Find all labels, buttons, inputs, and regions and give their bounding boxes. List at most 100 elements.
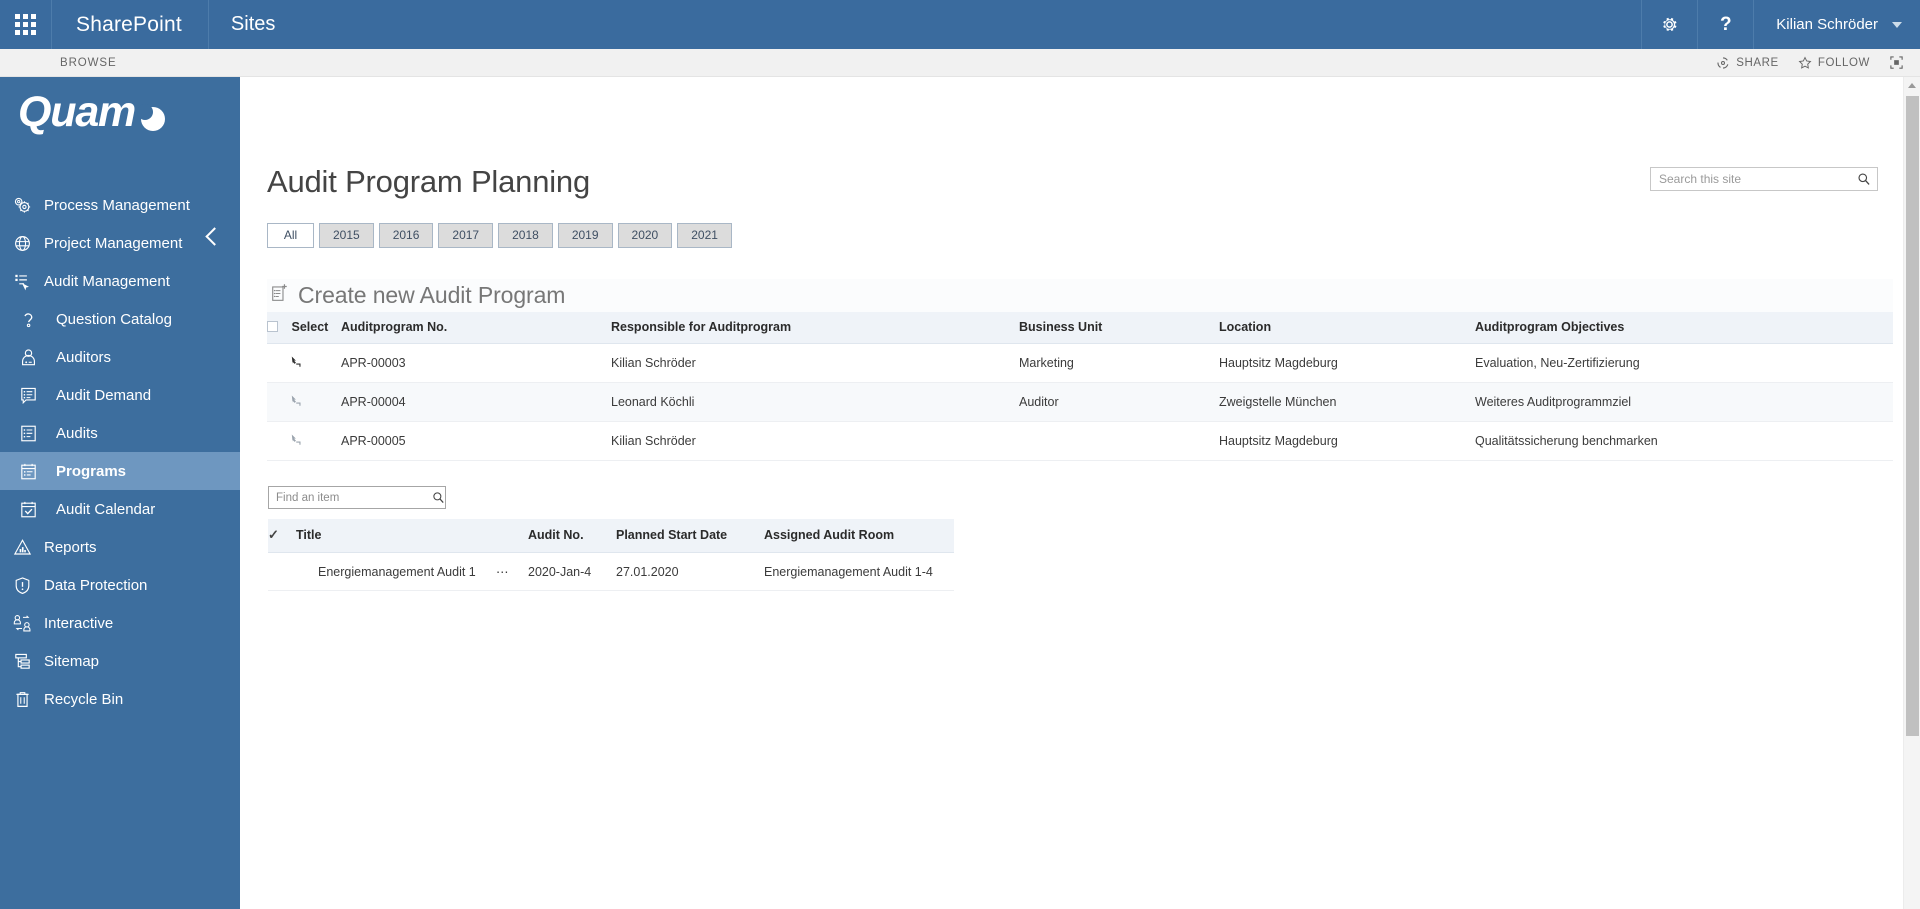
sidebar-item-label: Recycle Bin bbox=[44, 690, 124, 708]
question-mark-icon bbox=[0, 309, 56, 330]
sidebar-item-audit-demand[interactable]: Audit Demand bbox=[0, 376, 240, 414]
year-tab-all[interactable]: All bbox=[267, 223, 314, 248]
auditprogram-no-link[interactable]: APR-00003 bbox=[341, 343, 611, 383]
sidebar-item-label: Audit Demand bbox=[56, 386, 152, 404]
tab-browse[interactable]: BROWSE bbox=[0, 57, 131, 69]
audit-no-value: 2020-Jan-4 bbox=[528, 552, 616, 591]
find-item-input[interactable] bbox=[269, 490, 432, 505]
col-check[interactable]: ✓ bbox=[268, 519, 296, 553]
sidebar-item-label: Audit Calendar bbox=[56, 500, 156, 518]
auditprogram-no-link[interactable]: APR-00005 bbox=[341, 421, 611, 461]
new-clipboard-plus-icon bbox=[269, 282, 290, 309]
year-tab-2016[interactable]: 2016 bbox=[378, 223, 434, 248]
gears-icon bbox=[0, 195, 44, 216]
location-link[interactable]: Hauptsitz Magdeburg bbox=[1219, 343, 1475, 383]
find-item-box[interactable] bbox=[268, 486, 446, 509]
business-unit-link[interactable]: Marketing bbox=[1019, 343, 1219, 383]
sidebar-item-audit-management[interactable]: Audit Management bbox=[0, 262, 240, 300]
business-unit-link[interactable]: Auditor bbox=[1019, 382, 1219, 422]
expand-row-icon[interactable] bbox=[267, 394, 302, 410]
col-planned-start-date[interactable]: Planned Start Date bbox=[616, 519, 764, 553]
col-title[interactable]: Title bbox=[296, 519, 528, 553]
sidebar-item-recycle-bin[interactable]: Recycle Bin bbox=[0, 680, 240, 718]
sidebar-item-question-catalog[interactable]: Question Catalog bbox=[0, 300, 240, 338]
business-unit-link[interactable] bbox=[1019, 421, 1219, 461]
user-menu-button[interactable]: Kilian Schröder bbox=[1753, 0, 1920, 49]
year-tab-2015[interactable]: 2015 bbox=[319, 223, 374, 248]
location-link[interactable]: Hauptsitz Magdeburg bbox=[1219, 421, 1475, 461]
sidebar-collapse-button[interactable] bbox=[202, 227, 222, 247]
sidebar-item-sitemap[interactable]: Sitemap bbox=[0, 642, 240, 680]
two-people-exchange-icon bbox=[0, 613, 44, 634]
col-business-unit[interactable]: Business Unit bbox=[1019, 312, 1219, 344]
quam-logo[interactable]: Quam bbox=[0, 77, 240, 134]
search-magnifier-icon[interactable] bbox=[1851, 172, 1877, 186]
question-mark-icon: ? bbox=[1719, 13, 1732, 35]
objectives-value: Evaluation, Neu-Zertifizierung bbox=[1475, 343, 1893, 383]
create-new-audit-program-link[interactable]: Create new Audit Program bbox=[267, 279, 1893, 312]
sidebar-item-auditors[interactable]: Auditors bbox=[0, 338, 240, 376]
shield-alert-icon bbox=[0, 575, 44, 596]
year-tab-2017[interactable]: 2017 bbox=[438, 223, 494, 248]
sidebar-item-reports[interactable]: Reports bbox=[0, 528, 240, 566]
app-launcher-button[interactable] bbox=[0, 0, 52, 49]
year-tab-2019[interactable]: 2019 bbox=[557, 223, 613, 248]
sidebar-item-data-protection[interactable]: Data Protection bbox=[0, 566, 240, 604]
table-header-row: ✓ Title Audit No. Planned Start Date Ass… bbox=[268, 519, 954, 553]
sidebar-item-label: Project Management bbox=[44, 234, 183, 252]
main-content: Audit Program Planning All 2015 2016 201… bbox=[240, 77, 1920, 909]
expand-row-icon[interactable] bbox=[267, 433, 302, 449]
sidebar-item-label: Sitemap bbox=[44, 652, 100, 670]
search-magnifier-icon[interactable] bbox=[432, 491, 445, 504]
year-tab-2020[interactable]: 2020 bbox=[617, 223, 673, 248]
gear-icon bbox=[1663, 17, 1677, 32]
year-tab-2018[interactable]: 2018 bbox=[498, 223, 553, 248]
location-link[interactable]: Zweigstelle München bbox=[1219, 382, 1475, 422]
scroll-up-arrow-icon[interactable] bbox=[1904, 77, 1920, 94]
settings-button[interactable] bbox=[1641, 0, 1697, 49]
table-row[interactable]: APR-00003 Kilian Schröder Marketing Haup… bbox=[267, 343, 1893, 383]
audit-room-link[interactable]: Energiemanagement Audit 1-4 bbox=[764, 552, 954, 591]
ellipsis-icon[interactable]: ⋯ bbox=[496, 552, 528, 591]
col-location[interactable]: Location bbox=[1219, 312, 1475, 344]
follow-button[interactable]: FOLLOW bbox=[1798, 55, 1870, 70]
table-row[interactable]: APR-00005 Kilian Schröder Hauptsitz Magd… bbox=[267, 421, 1893, 461]
sites-link[interactable]: Sites bbox=[209, 0, 297, 49]
scrollbar-thumb[interactable] bbox=[1906, 96, 1919, 736]
col-responsible[interactable]: Responsible for Auditprogram bbox=[611, 312, 1019, 344]
audits-table: ✓ Title Audit No. Planned Start Date Ass… bbox=[268, 519, 954, 591]
col-audit-no[interactable]: Audit No. bbox=[528, 519, 616, 553]
row-select-cell[interactable] bbox=[267, 382, 341, 422]
sharepoint-brand-link[interactable]: SharePoint bbox=[52, 0, 209, 49]
sidebar-item-audit-calendar[interactable]: Audit Calendar bbox=[0, 490, 240, 528]
help-button[interactable]: ? bbox=[1697, 0, 1753, 49]
person-badge-icon bbox=[0, 347, 56, 368]
focus-on-content-icon bbox=[1890, 56, 1903, 69]
year-filter-tabs: All 2015 2016 2017 2018 2019 2020 2021 bbox=[240, 200, 1920, 248]
table-row[interactable]: Energiemanagement Audit 1 ⋯ 2020-Jan-4 2… bbox=[268, 552, 954, 591]
col-assigned-audit-room[interactable]: Assigned Audit Room bbox=[764, 519, 954, 553]
planned-start-value: 27.01.2020 bbox=[616, 552, 764, 591]
row-check-cell[interactable] bbox=[268, 552, 296, 591]
focus-on-content-button[interactable] bbox=[1889, 55, 1904, 70]
expand-row-icon[interactable] bbox=[267, 355, 302, 371]
sidebar-item-audits[interactable]: Audits bbox=[0, 414, 240, 452]
app-launcher-grid-icon bbox=[15, 14, 36, 35]
row-select-cell[interactable] bbox=[267, 343, 341, 383]
share-button[interactable]: SHARE bbox=[1716, 56, 1779, 70]
sidebar-item-process-management[interactable]: Process Management bbox=[0, 186, 240, 224]
table-row[interactable]: APR-00004 Leonard Köchli Auditor Zweigst… bbox=[267, 382, 1893, 422]
auditprogram-no-link[interactable]: APR-00004 bbox=[341, 382, 611, 422]
col-objectives[interactable]: Auditprogram Objectives bbox=[1475, 312, 1893, 344]
sidebar-item-programs[interactable]: Programs bbox=[0, 452, 240, 490]
col-select[interactable]: Select bbox=[267, 312, 341, 344]
checkbox-unchecked-icon[interactable] bbox=[267, 321, 278, 332]
sidebar-item-label: Auditors bbox=[56, 348, 112, 366]
sidebar-item-interactive[interactable]: Interactive bbox=[0, 604, 240, 642]
col-auditprogram-no[interactable]: Auditprogram No. bbox=[341, 312, 611, 344]
year-tab-2021[interactable]: 2021 bbox=[677, 223, 732, 248]
site-search-box[interactable] bbox=[1650, 167, 1878, 191]
search-input[interactable] bbox=[1651, 172, 1851, 186]
vertical-scrollbar[interactable] bbox=[1903, 77, 1920, 909]
row-select-cell[interactable] bbox=[267, 421, 341, 461]
